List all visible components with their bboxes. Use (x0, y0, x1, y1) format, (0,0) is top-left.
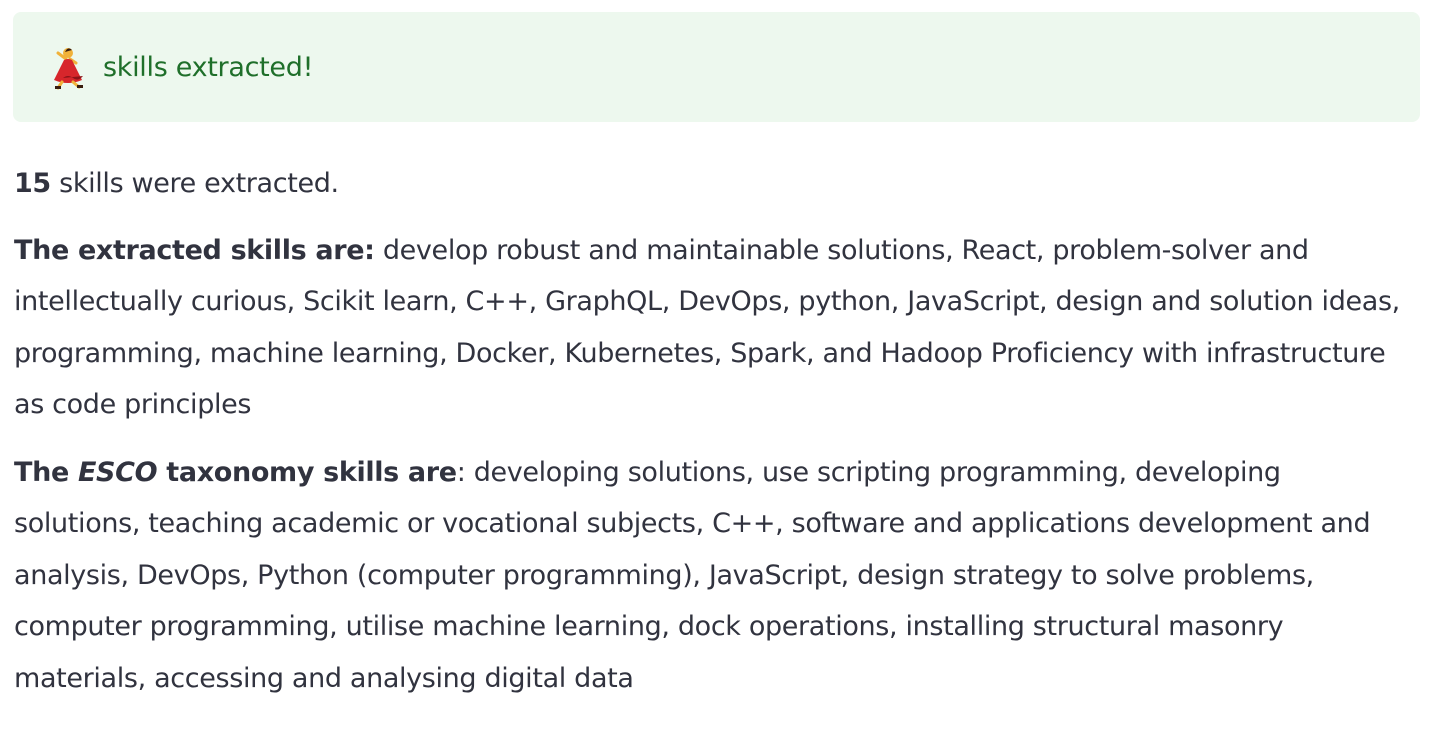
skills-count-line: 15 skills were extracted. (14, 158, 1414, 210)
extracted-skills-paragraph: The extracted skills are: develop robust… (14, 225, 1414, 431)
skills-count: 15 (14, 168, 51, 199)
dancer-icon (45, 44, 91, 90)
results-content: 15 skills were extracted. The extracted … (14, 158, 1414, 720)
esco-label-prefix: The (14, 456, 78, 488)
skills-count-suffix: skills were extracted. (50, 168, 339, 199)
esco-label-italic: ESCO (77, 456, 158, 488)
esco-skills-label: The ESCO taxonomy skills are (14, 457, 457, 488)
esco-label-suffix: taxonomy skills are (157, 456, 457, 488)
esco-skills-paragraph: The ESCO taxonomy skills are: developing… (14, 447, 1414, 705)
extracted-skills-label: The extracted skills are: (14, 234, 375, 266)
alert-message: skills extracted! (103, 51, 314, 83)
esco-skills-list: : developing solutions, use scripting pr… (14, 456, 1371, 694)
success-alert: skills extracted! (13, 12, 1420, 122)
